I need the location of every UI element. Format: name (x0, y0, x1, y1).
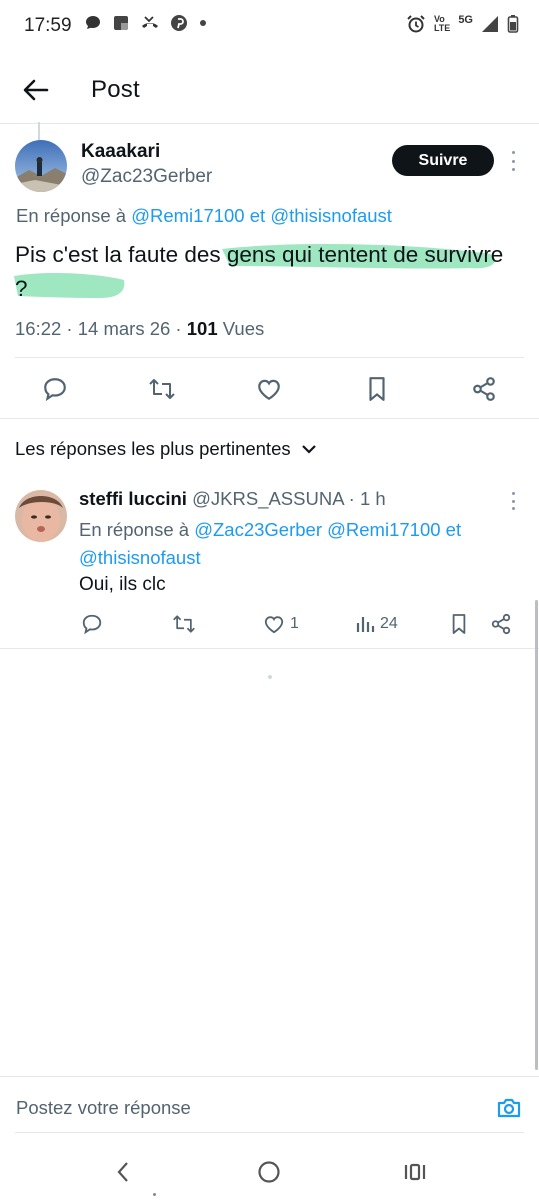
post-time: 16:22 (15, 318, 62, 339)
mention-link[interactable]: @thisisnofaust (270, 205, 392, 226)
mention-link[interactable]: @Remi17100 (131, 205, 244, 226)
share-icon (491, 613, 511, 635)
avatar[interactable] (15, 140, 67, 192)
arrow-left-icon (23, 79, 49, 101)
back-button[interactable] (18, 74, 54, 106)
camera-icon (497, 1098, 521, 1118)
follow-button[interactable]: Suivre (392, 145, 494, 176)
battery-icon (507, 15, 519, 33)
page-title: Post (91, 76, 140, 103)
status-time: 17:59 (24, 15, 72, 36)
actions-divider (0, 418, 539, 419)
reply-like-button[interactable]: 1 (263, 610, 299, 638)
nav-back-button[interactable] (108, 1157, 138, 1187)
mention-link[interactable]: @Remi17100 (327, 519, 440, 540)
post-date: 14 mars 26 (77, 318, 171, 339)
views-count: 101 (186, 318, 218, 339)
share-button[interactable] (467, 372, 501, 406)
5g-icon: 5G (458, 14, 473, 26)
heart-icon (258, 379, 280, 401)
reply-author-name[interactable]: steffi luccini (79, 488, 187, 509)
reply-bookmark-button[interactable] (446, 610, 472, 638)
reply-views-count: 24 (380, 615, 398, 632)
reply-button[interactable] (38, 372, 72, 406)
bookmark-button[interactable] (360, 372, 394, 406)
reply-views-button[interactable]: 24 (355, 610, 398, 638)
mention-link[interactable]: @thisisnofaust (79, 547, 201, 568)
reply-text: Oui, ils clc (79, 574, 166, 595)
author-name[interactable]: Kaaakari (81, 141, 160, 163)
meta-divider (15, 357, 524, 358)
reply-like-count: 1 (290, 615, 299, 632)
repost-icon (149, 379, 175, 399)
comment-icon (44, 378, 66, 402)
heart-icon (264, 616, 284, 634)
header-divider (0, 123, 539, 124)
views-label: Vues (222, 318, 265, 339)
nav-recents-button[interactable] (400, 1157, 430, 1187)
reply-conjunction[interactable]: et (446, 519, 461, 540)
app-header (0, 60, 539, 122)
reply-input[interactable]: Postez votre réponse (16, 1097, 191, 1119)
scrollbar[interactable] (535, 600, 538, 1070)
system-icons: Vo LTE 5G (406, 14, 519, 34)
reply-reply-button[interactable] (78, 610, 106, 638)
analytics-icon (356, 617, 375, 632)
share-icon (473, 377, 495, 401)
reply-avatar[interactable] (15, 490, 67, 542)
comment-icon (82, 614, 102, 635)
reply-prefix: En réponse à (16, 205, 127, 226)
reply-share-button[interactable] (488, 610, 514, 638)
reply-repost-button[interactable] (170, 610, 198, 638)
bookmark-icon (452, 614, 466, 634)
sort-label: Les réponses les plus pertinentes (15, 438, 291, 459)
repost-button[interactable] (145, 372, 179, 406)
repost-icon (173, 615, 195, 633)
reply-age: 1 h (359, 488, 386, 509)
message-icon (86, 16, 100, 29)
like-button[interactable] (252, 372, 286, 406)
reply-header: steffi luccini @JKRS_ASSUNA · 1 h (79, 488, 386, 509)
missed-call-icon (142, 16, 158, 28)
notification-icons (84, 14, 208, 32)
reply-conjunction[interactable]: et (250, 205, 265, 226)
reply-divider (0, 648, 539, 649)
avatar-image (15, 140, 67, 192)
reply-reply-context: En réponse à @Zac23Gerber @Remi17100 et … (79, 516, 519, 572)
mention-link[interactable]: @Zac23Gerber (194, 519, 322, 540)
reply-avatar-image (15, 490, 67, 542)
post-meta: 16:22 · 14 mars 26 · 101 Vues (15, 318, 265, 339)
post-text: Pis c'est la faute des gens qui tentent … (15, 242, 504, 301)
recents-icon (404, 1163, 426, 1181)
volte-bottom: LTE (433, 23, 451, 33)
alarm-icon (407, 15, 425, 33)
more-options-icon[interactable] (505, 151, 521, 171)
chevron-down-icon (301, 445, 316, 454)
reply-reply-prefix: En réponse à (79, 519, 190, 540)
volte-icon: Vo LTE (434, 15, 450, 33)
reply-more-options-icon[interactable] (505, 492, 521, 510)
signal-icon (482, 16, 498, 32)
input-underline (15, 1132, 524, 1133)
loading-dot (268, 675, 272, 679)
screen-icon (114, 16, 128, 30)
nav-indicator (153, 1193, 156, 1196)
system-nav-bar (0, 1140, 539, 1200)
bookmark-icon (369, 377, 385, 401)
chevron-left-icon (117, 1162, 128, 1182)
pinterest-icon (171, 15, 187, 31)
dot-icon (200, 20, 206, 26)
nav-home-button[interactable] (254, 1157, 284, 1187)
reply-author-handle[interactable]: @JKRS_ASSUNA (192, 488, 343, 509)
author-handle[interactable]: @Zac23Gerber (81, 166, 212, 188)
sort-selector[interactable]: Les réponses les plus pertinentes (15, 438, 317, 460)
camera-button[interactable] (494, 1094, 524, 1122)
reply-context: En réponse à @Remi17100 et @thisisnofaus… (16, 205, 392, 227)
thread-connector (38, 122, 40, 140)
status-bar: 17:59 Vo LTE 5G (0, 0, 539, 56)
home-circle-icon (258, 1161, 280, 1183)
compose-divider (0, 1076, 539, 1077)
